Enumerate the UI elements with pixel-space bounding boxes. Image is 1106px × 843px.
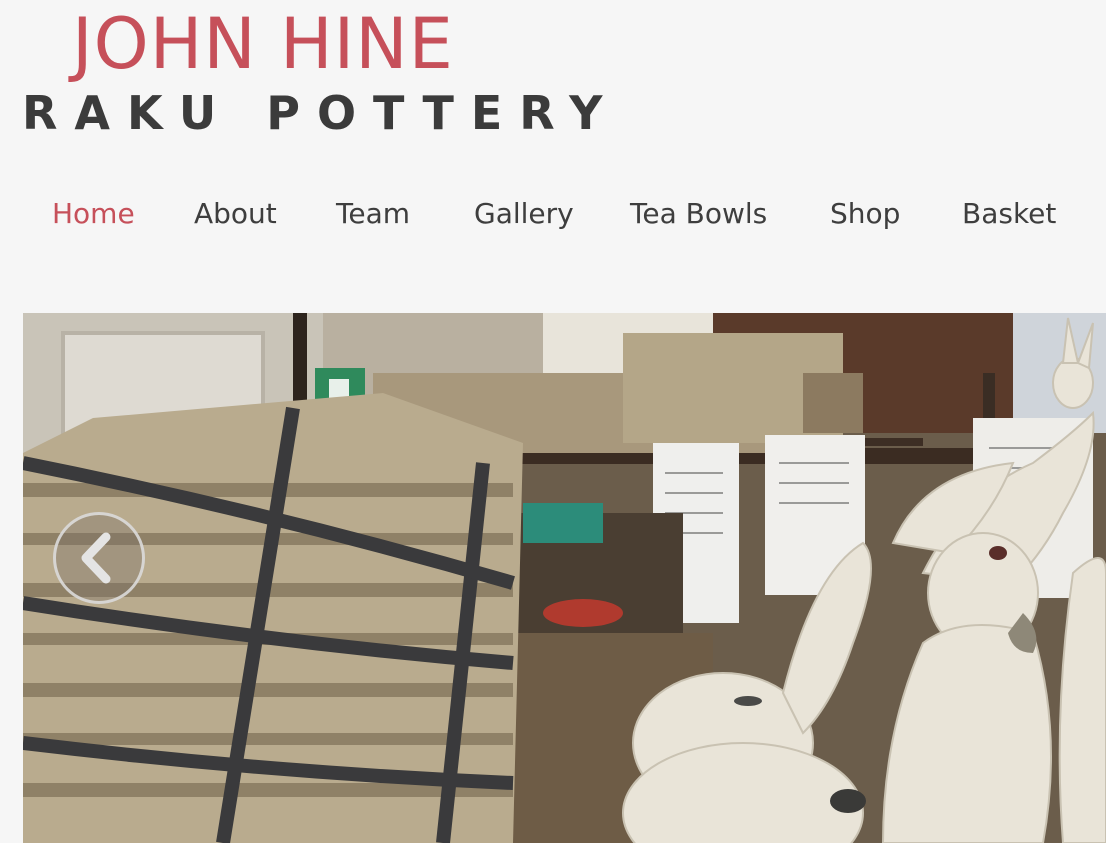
nav-item-basket[interactable]: Basket — [962, 190, 1056, 238]
nav-item-about[interactable]: About — [194, 190, 277, 238]
site-logo[interactable]: JOHN HINE RAKU POTTERY — [22, 3, 603, 140]
chevron-left-icon — [81, 532, 111, 584]
hero-image — [23, 313, 1106, 843]
slider-prev-button[interactable] — [53, 512, 145, 604]
nav-item-tea-bowls[interactable]: Tea Bowls — [630, 190, 767, 238]
hero-slider[interactable] — [23, 313, 1106, 843]
nav-item-shop[interactable]: Shop — [830, 190, 900, 238]
nav-item-home[interactable]: Home — [52, 190, 135, 238]
nav-item-team[interactable]: Team — [336, 190, 410, 238]
main-nav: Home About Team Gallery Tea Bowls Shop B… — [0, 190, 1106, 238]
nav-item-gallery[interactable]: Gallery — [474, 190, 574, 238]
page: JOHN HINE RAKU POTTERY Home About Team G… — [0, 0, 1106, 843]
logo-title: JOHN HINE — [72, 3, 454, 85]
logo-subtitle: RAKU POTTERY — [22, 86, 620, 140]
